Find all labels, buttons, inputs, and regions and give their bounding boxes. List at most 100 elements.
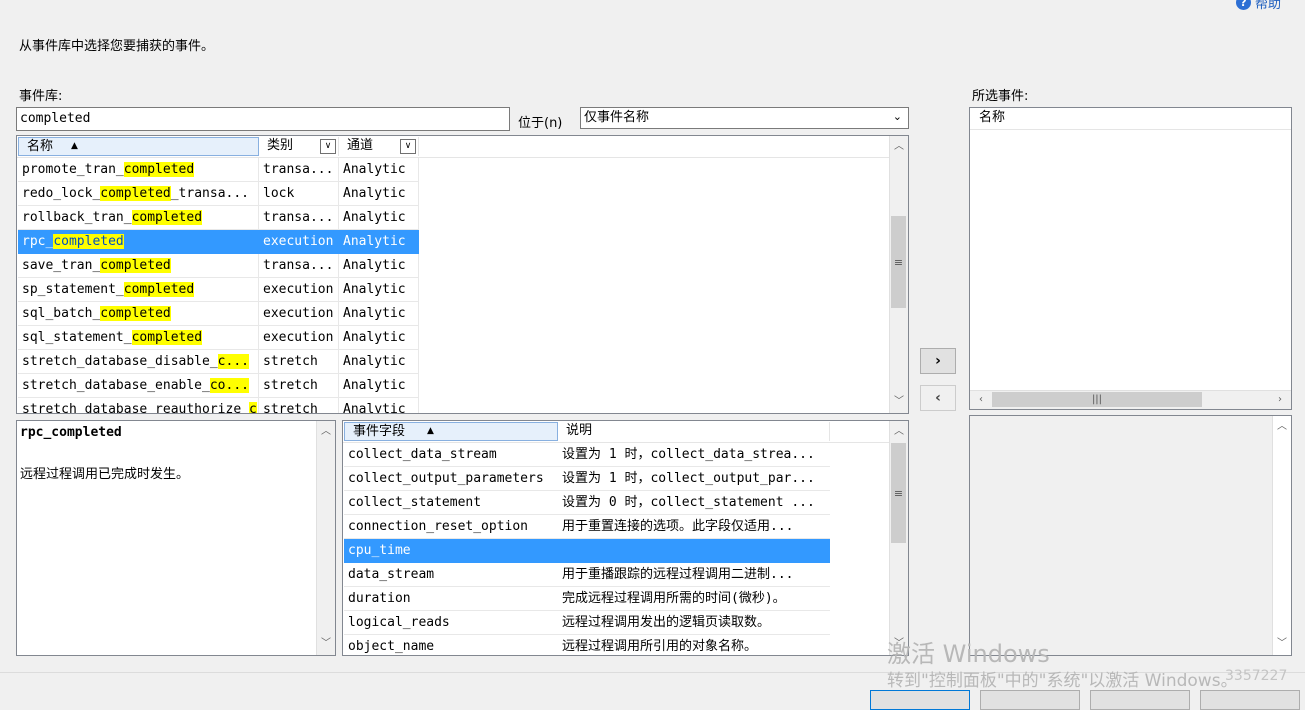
field-description-cell: 设置为 1 时，collect_data_strea... xyxy=(558,443,830,467)
library-vertical-scrollbar[interactable]: ︿ ≡ ﹀ xyxy=(889,136,908,413)
event-category-cell: transa... xyxy=(259,254,339,278)
position-label: 位于(n) xyxy=(518,116,563,131)
event-category-cell: transa... xyxy=(259,158,339,182)
event-category-cell: stretch xyxy=(259,350,339,374)
sort-ascending-icon: ▲ xyxy=(71,141,78,151)
cancel-button[interactable] xyxy=(1200,690,1300,710)
field-name-cell: collect_statement xyxy=(344,491,558,515)
selected-horizontal-scrollbar[interactable]: ‹ ||| › xyxy=(970,390,1291,409)
selected-grid-header: 名称 xyxy=(970,108,1291,130)
scroll-down-icon[interactable]: ﹀ xyxy=(890,393,908,411)
fields-vertical-scrollbar[interactable]: ︿ ≡ ﹀ xyxy=(889,421,908,655)
fields-grid-header: 事件字段 ▲ 说明 xyxy=(343,421,890,443)
selected-detail-vertical-scrollbar[interactable]: ︿ ﹀ xyxy=(1272,416,1291,655)
add-event-button[interactable]: › xyxy=(920,348,956,374)
event-name-prefix: promote_tran_ xyxy=(22,162,124,177)
event-name-suffix: _transa... xyxy=(170,186,250,201)
field-name-cell: cpu_time xyxy=(344,539,558,563)
search-match-highlight: completed xyxy=(100,186,171,201)
scroll-left-icon[interactable]: ‹ xyxy=(972,391,990,409)
help-link[interactable]: ? 帮助 xyxy=(1236,0,1282,12)
scroll-down-icon[interactable]: ﹀ xyxy=(1273,635,1291,653)
remove-event-button[interactable]: ‹ xyxy=(920,385,956,411)
event-category-cell: execution xyxy=(259,230,339,254)
column-header-description[interactable]: 说明 xyxy=(558,422,830,441)
event-name-cell: rpc_completed xyxy=(18,230,259,254)
event-category-cell: lock xyxy=(259,182,339,206)
field-description-cell: 用于重置连接的选项。此字段仅适用... xyxy=(558,515,830,539)
selected-event-detail-panel: ︿ ﹀ xyxy=(969,415,1292,656)
detail-vertical-scrollbar[interactable]: ︿ ﹀ xyxy=(316,421,335,655)
help-label: 帮助 xyxy=(1255,0,1282,12)
chevron-down-icon: ⌄ xyxy=(892,110,902,123)
column-header-channel[interactable]: 通道 ∨ xyxy=(339,137,419,156)
field-name-cell: data_stream xyxy=(344,563,558,587)
event-name-cell: sp_statement_completed xyxy=(18,278,259,302)
event-name-cell: stretch_database_enable_co... xyxy=(18,374,259,398)
search-match-highlight: completed xyxy=(131,330,203,345)
search-match-highlight: c... xyxy=(217,354,249,369)
scroll-down-icon[interactable]: ﹀ xyxy=(317,635,335,653)
filter-dropdown-icon[interactable]: ∨ xyxy=(400,139,416,154)
selected-events-label: 所选事件: xyxy=(972,89,1029,104)
event-category-cell: stretch xyxy=(259,374,339,398)
event-channel-cell: Analytic xyxy=(339,254,419,278)
scroll-thumb[interactable]: ||| xyxy=(992,392,1202,407)
previous-button[interactable] xyxy=(870,690,970,710)
event-channel-cell: Analytic xyxy=(339,374,419,398)
scroll-up-icon[interactable]: ︿ xyxy=(1273,418,1291,436)
event-name-cell: redo_lock_completed_transa... xyxy=(18,182,259,206)
scroll-up-icon[interactable]: ︿ xyxy=(317,423,335,441)
event-search-input[interactable]: completed xyxy=(16,107,510,131)
selected-events-grid: 名称 ‹ ||| › xyxy=(969,107,1292,410)
help-icon: ? xyxy=(1236,0,1251,10)
event-name-cell: rollback_tran_completed xyxy=(18,206,259,230)
detail-event-name: rpc_completed xyxy=(20,425,122,440)
scroll-thumb[interactable]: ≡ xyxy=(891,443,906,543)
scroll-thumb[interactable]: ≡ xyxy=(891,216,906,308)
event-name-prefix: rpc_ xyxy=(22,234,54,249)
event-name-prefix: sp_statement_ xyxy=(22,282,124,297)
event-name-cell: sql_batch_completed xyxy=(18,302,259,326)
activation-watermark-title: 激活 Windows xyxy=(887,640,1050,668)
field-description-cell: 用于重播跟踪的远程过程调用二进制... xyxy=(558,563,830,587)
field-name-cell: logical_reads xyxy=(344,611,558,635)
instruction-text: 从事件库中选择您要捕获的事件。 xyxy=(19,39,215,54)
event-channel-cell: Analytic xyxy=(339,302,419,326)
column-header-category[interactable]: 类别 ∨ xyxy=(259,137,339,156)
scroll-right-icon[interactable]: › xyxy=(1271,391,1289,409)
field-description-cell: 完成远程过程调用所需的时间(微秒)。 xyxy=(558,587,830,611)
event-name-prefix: sql_batch_ xyxy=(22,306,101,321)
column-header-description-label: 说明 xyxy=(566,423,593,438)
finish-button[interactable] xyxy=(1090,690,1190,710)
search-match-highlight: completed xyxy=(100,306,171,321)
event-name-prefix: save_tran_ xyxy=(22,258,101,273)
event-name-prefix: rollback_tran_ xyxy=(22,210,132,225)
search-scope-select[interactable]: 仅事件名称 ⌄ xyxy=(580,107,909,129)
next-button[interactable] xyxy=(980,690,1080,710)
event-library-grid: 名称 ▲ 类别 ∨ 通道 ∨ promote_tran_ completed tra… xyxy=(16,135,909,414)
event-channel-cell: Analytic xyxy=(339,158,419,182)
event-channel-cell: Analytic xyxy=(339,182,419,206)
event-category-cell: execution xyxy=(259,302,339,326)
search-match-highlight: c xyxy=(248,402,257,413)
page-watermark-id: 3357227 xyxy=(1225,668,1288,684)
column-header-category-label: 类别 xyxy=(267,138,294,153)
search-match-highlight: completed xyxy=(53,234,124,249)
column-header-name[interactable]: 名称 ▲ xyxy=(18,137,259,156)
event-channel-cell: Analytic xyxy=(339,326,419,350)
column-header-selected-name[interactable]: 名称 xyxy=(971,109,1291,128)
column-header-channel-label: 通道 xyxy=(347,138,374,153)
field-description-cell xyxy=(558,539,830,563)
search-match-highlight: completed xyxy=(131,210,203,225)
search-match-highlight: co... xyxy=(209,378,249,393)
event-channel-cell: Analytic xyxy=(339,278,419,302)
column-header-field[interactable]: 事件字段 ▲ xyxy=(344,422,558,441)
scroll-up-icon[interactable]: ︿ xyxy=(890,423,908,441)
filter-dropdown-icon[interactable]: ∨ xyxy=(320,139,336,154)
detail-description: 远程过程调用已完成时发生。 xyxy=(20,467,190,482)
scroll-up-icon[interactable]: ︿ xyxy=(890,138,908,156)
event-channel-cell: Analytic xyxy=(339,350,419,374)
field-description-cell: 远程过程调用发出的逻辑页读取数。 xyxy=(558,611,830,635)
event-channel-cell: Analytic xyxy=(339,230,419,254)
